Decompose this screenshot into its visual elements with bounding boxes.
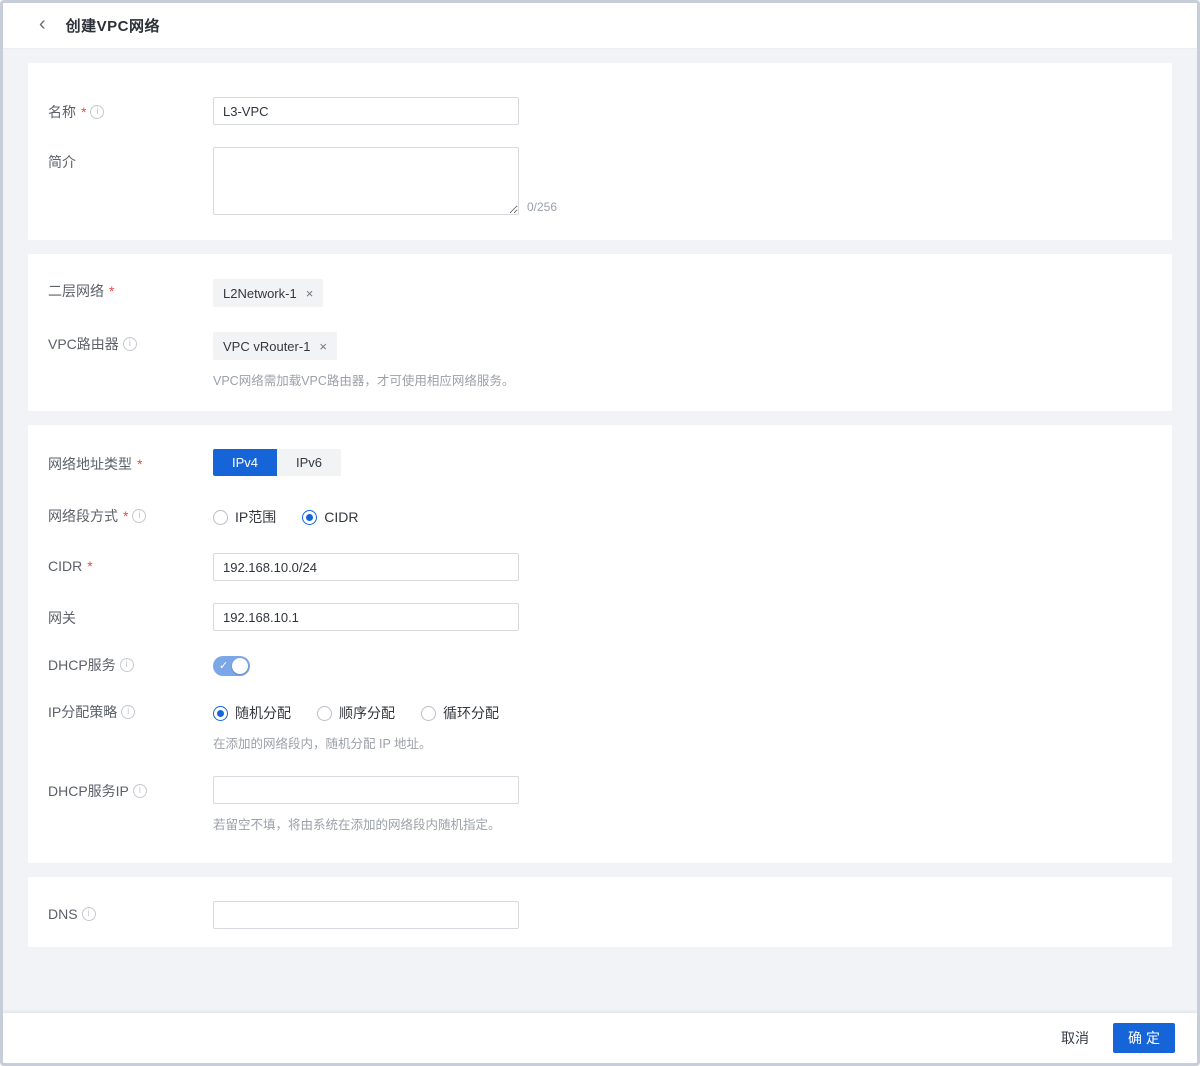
ipv6-button[interactable]: IPv6 [277, 449, 341, 476]
l2-network-label-text: 二层网络 [48, 283, 104, 299]
gateway-label: 网关 [48, 603, 213, 628]
dhcp-ip-input[interactable] [213, 776, 519, 804]
basic-info-card: 名称 * i 简介 0/256 [28, 63, 1172, 240]
name-label-text: 名称 [48, 104, 76, 120]
dns-label-text: DNS [48, 906, 78, 922]
form-area: 名称 * i 简介 0/256 [3, 49, 1197, 1013]
l2-network-tag: L2Network-1 × [213, 279, 324, 307]
radio-circle [213, 509, 228, 525]
address-type-segmented: IPv4 IPv6 [213, 449, 341, 476]
cidr-input[interactable] [213, 553, 519, 581]
confirm-button[interactable]: 确定 [1113, 1023, 1175, 1053]
toggle-knob [232, 658, 248, 674]
dhcp-ip-label: DHCP服务IP i [48, 776, 213, 801]
segment-mode-label: 网络段方式 * i [48, 504, 213, 526]
l2-network-card: 二层网络 * L2Network-1 × VPC路由器 i VPC vRouter… [28, 254, 1172, 411]
address-type-label: 网络地址类型 * [48, 449, 213, 474]
check-icon: ✓ [219, 660, 229, 672]
remove-vpc-router-icon[interactable]: × [319, 340, 327, 353]
dhcp-ip-label-text: DHCP服务IP [48, 783, 129, 799]
radio-label: IP范围 [235, 509, 277, 525]
dhcp-service-label: DHCP服务 i [48, 653, 213, 675]
radio-cidr[interactable]: CIDR [302, 509, 358, 525]
dhcp-service-label-text: DHCP服务 [48, 657, 116, 673]
segment-mode-label-text: 网络段方式 [48, 508, 118, 524]
description-textarea[interactable] [213, 147, 519, 215]
char-counter: 0/256 [527, 200, 558, 214]
dhcp-service-row: DHCP服务 i ✓ [48, 653, 1152, 676]
segment-mode-row: 网络段方式 * i IP范围 CIDR [48, 504, 1152, 527]
radio-label: 循环分配 [443, 705, 499, 721]
radio-circle [213, 705, 228, 721]
info-icon[interactable]: i [121, 705, 136, 719]
page-footer: 取消 确定 [3, 1013, 1197, 1063]
cidr-label: CIDR * [48, 553, 213, 574]
required-mark: * [109, 283, 115, 299]
radio-roundrobin-allocation[interactable]: 循环分配 [421, 703, 499, 723]
remove-l2-network-icon[interactable]: × [306, 287, 314, 300]
required-mark: * [123, 508, 129, 524]
ip-allocation-row: IP分配策略 i 随机分配 顺序分配 循环分配 在添加的网络段内，随机分配 IP… [48, 700, 1152, 752]
dns-card: DNS i [28, 877, 1172, 947]
vpc-router-tag: VPC vRouter-1 × [213, 332, 338, 360]
dns-row: DNS i [48, 901, 1152, 929]
page-title: 创建VPC网络 [65, 18, 161, 35]
radio-random-allocation[interactable]: 随机分配 [213, 703, 291, 723]
page-header: ‹ 创建VPC网络 [3, 3, 1197, 49]
info-icon[interactable]: i [122, 337, 137, 351]
dhcp-service-toggle[interactable]: ✓ [213, 656, 250, 676]
network-settings-card: 网络地址类型 * IPv4 IPv6 网络段方式 * i IP范围 CIDR C… [28, 425, 1172, 863]
description-label: 简介 [48, 147, 213, 172]
gateway-row: 网关 [48, 603, 1152, 631]
cidr-label-text: CIDR [48, 558, 83, 574]
info-icon[interactable]: i [81, 907, 96, 921]
info-icon[interactable]: i [119, 658, 134, 672]
l2-network-tag-text: L2Network-1 [223, 285, 297, 301]
required-mark: * [81, 104, 87, 120]
address-type-label-text: 网络地址类型 [48, 456, 132, 472]
description-row: 简介 0/256 [48, 147, 1152, 215]
dns-label: DNS i [48, 901, 213, 922]
radio-ip-range[interactable]: IP范围 [213, 507, 276, 527]
ip-allocation-radio-group: 随机分配 顺序分配 循环分配 [213, 700, 1152, 723]
cancel-button[interactable]: 取消 [1059, 1022, 1091, 1054]
vpc-router-tag-text: VPC vRouter-1 [223, 338, 311, 354]
info-icon[interactable]: i [90, 105, 105, 119]
dhcp-ip-row: DHCP服务IP i 若留空不填，将由系统在添加的网络段内随机指定。 [48, 776, 1152, 833]
ip-allocation-helper: 在添加的网络段内，随机分配 IP 地址。 [213, 737, 432, 751]
vpc-router-row: VPC路由器 i VPC vRouter-1 × VPC网络需加载VPC路由器，… [48, 332, 1152, 389]
radio-circle [421, 705, 436, 721]
radio-label: CIDR [324, 509, 359, 525]
radio-circle [317, 705, 332, 721]
vpc-router-label: VPC路由器 i [48, 332, 213, 354]
dns-input[interactable] [213, 901, 519, 929]
back-icon[interactable]: ‹ [39, 14, 46, 34]
vpc-router-label-text: VPC路由器 [48, 336, 119, 352]
cidr-row: CIDR * [48, 553, 1152, 581]
vpc-router-helper: VPC网络需加载VPC路由器，才可使用相应网络服务。 [213, 374, 515, 388]
gateway-label-text: 网关 [48, 610, 76, 626]
name-row: 名称 * i [48, 97, 1152, 125]
required-mark: * [137, 456, 143, 472]
radio-sequential-allocation[interactable]: 顺序分配 [317, 703, 395, 723]
address-type-row: 网络地址类型 * IPv4 IPv6 [48, 449, 1152, 476]
name-label: 名称 * i [48, 97, 213, 122]
ip-allocation-label: IP分配策略 i [48, 700, 213, 722]
dhcp-ip-helper: 若留空不填，将由系统在添加的网络段内随机指定。 [213, 818, 501, 832]
description-label-text: 简介 [48, 154, 76, 170]
radio-label: 顺序分配 [339, 705, 395, 721]
l2-network-row: 二层网络 * L2Network-1 × [48, 279, 1152, 307]
radio-label: 随机分配 [235, 705, 291, 721]
info-icon[interactable]: i [132, 509, 147, 523]
ipv4-button[interactable]: IPv4 [213, 449, 277, 476]
name-input[interactable] [213, 97, 519, 125]
radio-circle [302, 509, 318, 525]
segment-mode-radio-group: IP范围 CIDR [213, 504, 1152, 527]
l2-network-label: 二层网络 * [48, 279, 213, 301]
required-mark: * [87, 558, 93, 574]
create-vpc-network-page: ‹ 创建VPC网络 名称 * i 简介 [0, 0, 1200, 1066]
gateway-input[interactable] [213, 603, 519, 631]
info-icon[interactable]: i [132, 784, 147, 798]
ip-allocation-label-text: IP分配策略 [48, 704, 118, 720]
